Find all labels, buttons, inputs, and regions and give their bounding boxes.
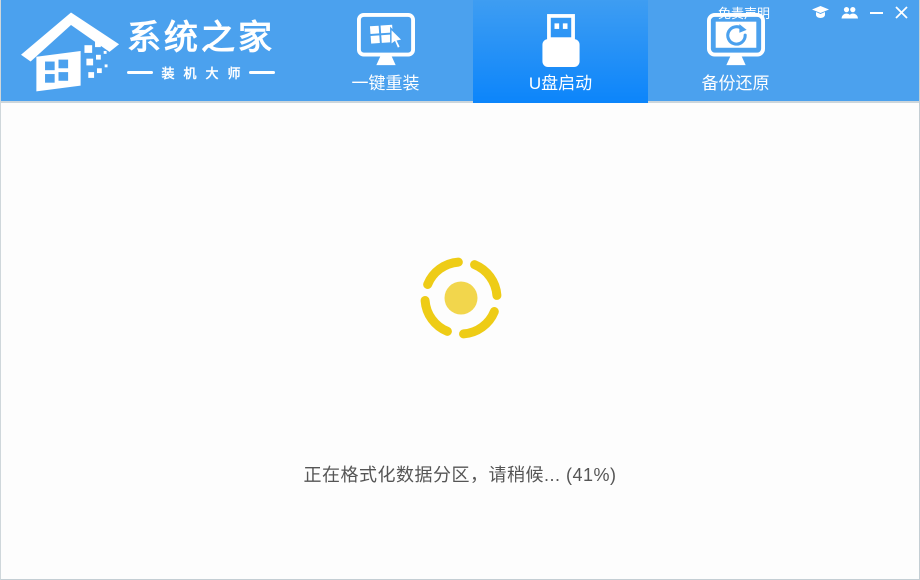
usb-drive-icon [535,12,587,70]
app-window: 系统之家 装机大师 一键重装 U盘启动 备份还原 免责声明 正在格式化数据分区，… [0,0,920,580]
disclaimer-link[interactable]: 免责声明 [718,3,770,22]
tab-label: 一键重装 [351,74,420,93]
tab-one-key-reinstall[interactable]: 一键重装 [298,0,473,103]
content-area: 正在格式化数据分区，请稍候... (41%) [1,103,919,578]
app-title: 系统之家 [127,19,275,57]
app-subtitle: 装机大师 [127,63,275,82]
minimize-icon[interactable] [870,6,883,19]
subtitle-dash-left [127,71,154,74]
monitor-windows-icon [355,12,417,70]
house-logo-icon [21,12,120,92]
titlebar: 系统之家 装机大师 一键重装 U盘启动 备份还原 免责声明 [1,0,919,103]
window-controls: 免责声明 [718,3,908,22]
logo-text: 系统之家 装机大师 [127,18,275,82]
app-logo: 系统之家 装机大师 [21,8,275,92]
users-icon[interactable] [841,6,858,19]
close-icon[interactable] [895,6,908,19]
subtitle-dash-right [248,71,275,74]
tab-label: U盘启动 [528,74,593,93]
service-cap-icon[interactable] [812,6,829,19]
loading-spinner-icon [415,252,507,344]
tab-usb-boot[interactable]: U盘启动 [473,0,648,103]
progress-status-text: 正在格式化数据分区，请稍候... (41%) [303,465,617,485]
tab-label: 备份还原 [701,74,770,93]
